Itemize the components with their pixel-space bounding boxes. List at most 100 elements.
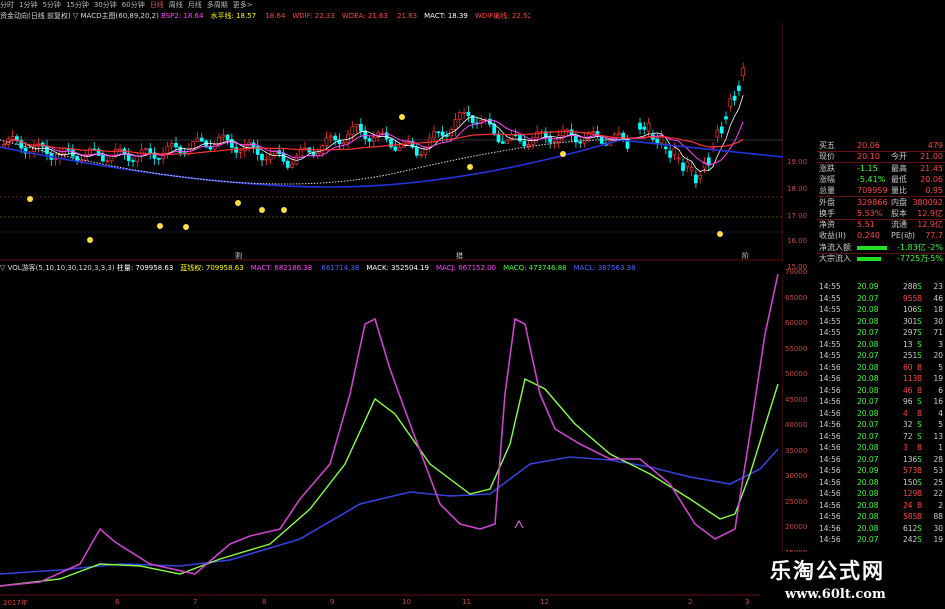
candle-body	[681, 162, 685, 171]
trade-price: 20.07	[857, 293, 879, 303]
period-tab[interactable]: 多周期	[207, 0, 228, 11]
trade-flag: B	[917, 293, 923, 303]
candle-body	[689, 167, 694, 172]
candle-body	[371, 137, 376, 142]
candle-body	[462, 111, 466, 114]
candle-body	[195, 137, 200, 142]
trade-price: 20.08	[857, 305, 879, 314]
trade-count: 18	[933, 305, 943, 314]
buy-signal-dot	[259, 207, 265, 213]
candle-body	[113, 148, 118, 156]
candle-body	[350, 126, 355, 136]
quote-panel: 买五 20.06 479 现价 20.10 今开 21.00 涨跌 -1.15 最高 21.45 涨幅…	[817, 140, 945, 265]
volume-tick: 25000	[785, 497, 808, 506]
quote-label: 总量	[819, 186, 835, 196]
trade-flag: B	[917, 408, 923, 418]
quote-value-2: 20.06	[920, 174, 943, 184]
candle-body	[732, 95, 737, 101]
buy-signal-dot	[87, 237, 93, 243]
indicator-value: MACL: 387563.38	[573, 264, 636, 272]
candle-body	[741, 67, 746, 77]
candle-body	[492, 123, 497, 135]
volume-tick: 30000	[785, 472, 808, 480]
period-tab[interactable]: 更多>	[233, 0, 253, 11]
quote-value: 20.06	[857, 141, 880, 150]
period-tab[interactable]: 15分钟	[66, 0, 89, 11]
trade-ticks-list[interactable]: 14:55 20.09 288 S 23 14:55 20.07 955 B 46 14:55 20.…	[817, 277, 945, 597]
candle-body	[281, 153, 286, 162]
trade-price: 20.07	[857, 420, 879, 429]
quote-label-2: 最低	[891, 174, 907, 184]
trade-volume: 129	[903, 489, 918, 498]
candle-body	[105, 160, 110, 163]
site-watermark: 乐淘公式网 www.60lt.com	[760, 552, 945, 609]
date-tick: 6	[115, 598, 120, 606]
trade-volume: 106	[903, 305, 918, 314]
quote-value-2: 21.00	[920, 152, 943, 162]
trade-time: 14:56	[819, 385, 841, 395]
period-tab[interactable]: 月线	[188, 0, 202, 11]
trade-price: 20.07	[857, 454, 879, 464]
flow-bar	[857, 257, 881, 261]
trade-price: 20.08	[857, 489, 879, 498]
trade-row: 14:56 20.07 242 S 19	[817, 534, 945, 545]
trade-price: 20.09	[857, 282, 879, 291]
quote-divider	[817, 151, 945, 152]
candle-body	[505, 139, 509, 144]
quote-row: 换手 5.53% 股本 12.9亿	[817, 208, 945, 219]
trade-count: 71	[933, 328, 943, 337]
candle-body	[118, 148, 122, 151]
quote-label: 收益(II)	[819, 231, 846, 241]
trade-price: 20.07	[857, 351, 879, 360]
date-tick: 8	[262, 598, 267, 606]
candle-body	[668, 150, 672, 158]
candle-body	[144, 148, 148, 151]
buy-signal-dot	[467, 164, 473, 170]
volume-tick: 60000	[785, 319, 808, 327]
volume-tick: 50000	[785, 370, 808, 378]
indicator-title[interactable]: 资金动向(日线 前复权) ▽ MACD主图(60,89,20,2)	[0, 12, 161, 20]
trade-volume: 136	[903, 454, 918, 464]
buy-signal-dot	[157, 223, 163, 229]
period-tab[interactable]: 30分钟	[94, 0, 117, 11]
trade-volume: 150	[903, 477, 918, 487]
period-tab[interactable]: 1分钟	[19, 0, 37, 11]
trade-volume: 24	[903, 500, 913, 510]
trade-price: 20.08	[857, 477, 879, 487]
period-tab[interactable]: 分时	[0, 0, 14, 11]
price-tick: 16.00	[787, 237, 808, 245]
candle-body	[496, 133, 501, 143]
quote-label: 现价	[819, 152, 835, 162]
trade-price: 20.08	[857, 500, 879, 510]
period-tab[interactable]: 60分钟	[122, 0, 145, 11]
trade-time: 14:56	[819, 500, 841, 510]
trade-volume: 301	[903, 316, 918, 326]
quote-label-2: -7725万	[897, 254, 929, 263]
quote-value: 5.53%	[857, 208, 883, 218]
buy-signal-dot	[235, 200, 241, 206]
period-tab[interactable]: 日线	[150, 0, 164, 11]
quote-label: 外盘	[819, 197, 835, 207]
candle-body	[238, 150, 243, 153]
trade-row: 14:56 20.07 72 S 13	[817, 431, 945, 442]
quote-value: 0.240	[857, 231, 880, 241]
period-tab[interactable]: 周线	[169, 0, 183, 11]
trade-row: 14:56 20.08 60 B 5	[817, 362, 945, 373]
quote-label-2: 股本	[891, 208, 907, 218]
watermark-name: 乐淘公式网	[770, 558, 885, 583]
trade-time: 14:56	[819, 523, 841, 533]
candle-body	[591, 131, 595, 133]
indicator-value: BSP2: 18.64	[161, 12, 204, 20]
candle-body	[290, 163, 294, 168]
period-tab[interactable]: 5分钟	[42, 0, 60, 11]
trade-count: 5	[938, 420, 943, 429]
indicator-title[interactable]: ▽ VOL游客(5,10,10,30,120,3,3,3)	[0, 264, 117, 272]
candle-body	[565, 129, 570, 132]
quote-value-2: 77.7	[925, 231, 943, 241]
volume-indicator-chart[interactable]	[0, 274, 783, 596]
candle-body	[535, 131, 540, 139]
trade-time: 14:56	[819, 374, 841, 383]
trade-row: 14:56 20.07 32 S 5	[817, 419, 945, 430]
candle-body	[466, 111, 471, 116]
candlestick-chart[interactable]: 割猎阶	[0, 22, 783, 262]
